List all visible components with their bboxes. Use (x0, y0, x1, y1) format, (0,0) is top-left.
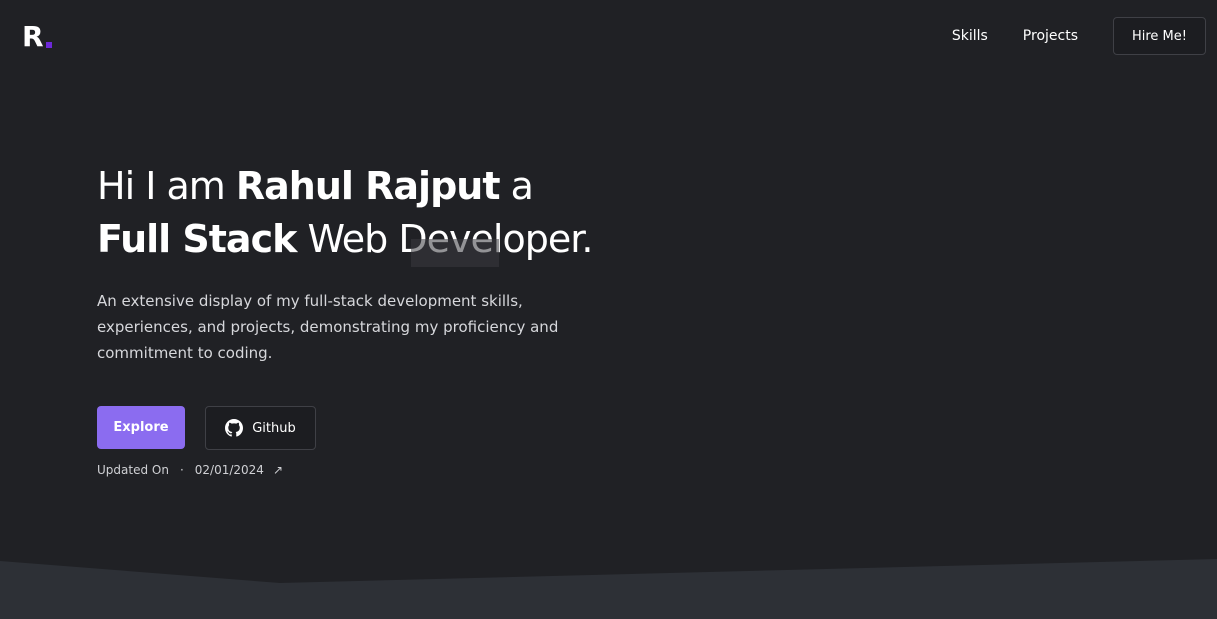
bottom-wave (0, 559, 1217, 619)
nav-link-skills[interactable]: Skills (952, 17, 988, 55)
hero-title: Hi I am Rahul Rajput a Full Stack Web De… (97, 160, 617, 266)
hero-section: Hi I am Rahul Rajput a Full Stack Web De… (97, 160, 617, 477)
updated-info: Updated On · 02/01/2024 ↗ (97, 463, 617, 477)
hero-title-intro: Hi I am (97, 164, 236, 208)
explore-button[interactable]: Explore (97, 406, 185, 449)
updated-date: 02/01/2024 (194, 463, 264, 477)
arrow-up-right-icon[interactable]: ↗ (273, 463, 283, 477)
hero-title-name: Rahul Rajput (235, 164, 501, 208)
top-nav: Skills Projects Hire Me! (952, 17, 1206, 55)
updated-separator: · (179, 463, 184, 477)
hero-description: An extensive display of my full-stack de… (97, 292, 559, 362)
title-highlight-overlay (411, 239, 499, 267)
github-button-label: Github (252, 420, 296, 436)
hire-me-button[interactable]: Hire Me! (1113, 17, 1206, 55)
hero-title-connector: a (499, 164, 534, 208)
github-icon (225, 419, 244, 437)
nav-link-projects[interactable]: Projects (1023, 17, 1078, 55)
page: R Skills Projects Hire Me! Hi I am Rahul… (0, 0, 1217, 619)
github-button[interactable]: Github (205, 406, 316, 450)
hero-actions: Explore Github (97, 406, 617, 450)
updated-label: Updated On (97, 463, 169, 477)
logo[interactable]: R (22, 22, 52, 52)
logo-letter: R (22, 20, 44, 53)
hero-title-role: Full Stack (97, 217, 297, 261)
logo-dot (45, 42, 52, 48)
